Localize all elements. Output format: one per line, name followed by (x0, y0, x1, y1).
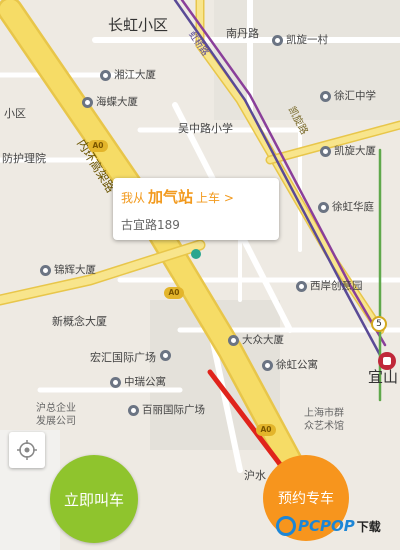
crosshair-icon (17, 440, 37, 460)
map-label-xingainian: 新概念大厦 (52, 315, 107, 328)
poi-xuhui-zhongxue[interactable]: 徐汇中学 (320, 91, 376, 102)
map-label-yishan: 宜山 (368, 368, 399, 386)
poi-pin-icon (320, 146, 331, 157)
road-shield-a0: A0 (256, 424, 276, 436)
map-label-xiaoqu: 小区 (4, 107, 26, 120)
pickup-suffix: 上车 > (196, 191, 234, 205)
map-label-hu-qiye: 沪总企业 发展公司 (36, 403, 76, 427)
metro-station-icon[interactable] (378, 352, 396, 370)
poi-pin-icon (262, 360, 273, 371)
poi-dazhong[interactable]: 大众大厦 (228, 335, 284, 346)
pickup-title-row: 我从 加气站 上车 > (121, 186, 234, 207)
poi-xiangjiang[interactable]: 湘江大厦 (100, 70, 156, 81)
poi-jinhui[interactable]: 锦辉大厦 (40, 265, 96, 276)
poi-xuhui-gongyu[interactable]: 徐虹公寓 (262, 360, 318, 371)
pcpop-logo-icon (276, 516, 296, 536)
pickup-prefix: 我从 (121, 191, 146, 205)
poi-kaixuan-yicun[interactable]: 凯旋一村 (272, 35, 328, 46)
map-label-changhong: 长虹小区 (108, 16, 169, 34)
poi-pin-icon (110, 377, 121, 388)
map-label-fengzhi: 防护理院 (2, 152, 46, 165)
map-screen[interactable]: 长虹小区 南丹路 凯旋一村 湘江大厦 海蝶大厦 小区 徐汇中学 吴中路小学 凯旋… (0, 0, 400, 550)
road-shield-a0: A0 (88, 140, 108, 152)
map-label-shanghai-art: 上海市群 众艺术馆 (304, 408, 344, 432)
map-label-nandan-road: 南丹路 (226, 27, 259, 40)
poi-kaixuan-dasha[interactable]: 凯旋大厦 (320, 146, 376, 157)
road-shield-a0: A0 (164, 287, 184, 299)
poi-xuhui-huating[interactable]: 徐虹华庭 (318, 202, 374, 213)
poi-honghui-pin (160, 350, 171, 361)
metro-station-glyph (383, 357, 391, 365)
poi-pin-icon (296, 281, 307, 292)
poi-zhongrui[interactable]: 中瑞公寓 (110, 377, 166, 388)
poi-pin-icon (40, 265, 51, 276)
watermark: PCPOP 下载 (276, 516, 381, 536)
poi-pin-icon (272, 35, 283, 46)
poi-haidie[interactable]: 海蝶大厦 (82, 97, 138, 108)
locate-button[interactable] (9, 432, 45, 468)
poi-pin-icon (128, 405, 139, 416)
pickup-location-card[interactable]: 我从 加气站 上车 > 古宜路189 (113, 178, 279, 240)
pickup-place: 加气站 (148, 188, 194, 206)
poi-pin-icon (100, 70, 111, 81)
watermark-text-secondary: 下载 (356, 519, 381, 534)
metro-stop-icon[interactable]: 5 (371, 316, 387, 332)
call-now-button[interactable]: 立即叫车 (50, 455, 138, 543)
map-label-wuzhonglu-school: 吴中路小学 (178, 122, 233, 135)
poi-xian-jianyuan[interactable]: 西岸创意园 (296, 281, 363, 292)
watermark-text-primary: PCPOP (298, 517, 355, 535)
poi-baili[interactable]: 百丽国际广场 (128, 405, 205, 416)
poi-pin-icon (320, 91, 331, 102)
poi-pin-icon (82, 97, 93, 108)
poi-pin-icon (318, 202, 329, 213)
map-label-honghui: 宏汇国际广场 (90, 351, 156, 364)
map-label-huchen: 沪水 (244, 469, 266, 482)
poi-pin-icon (160, 350, 171, 361)
pickup-address: 古宜路189 (121, 218, 180, 232)
poi-pin-icon (228, 335, 239, 346)
